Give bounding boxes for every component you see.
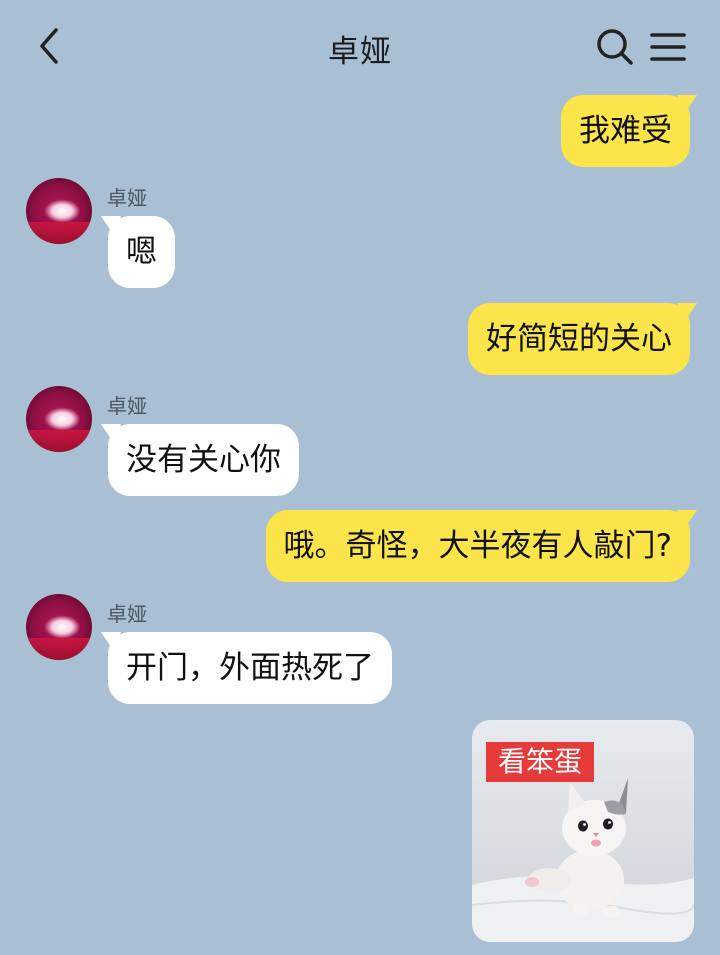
outgoing-message[interactable]: 好简短的关心 [468,303,697,375]
sticker-caption: 看笨蛋 [486,742,595,782]
chat-header: 卓娅 [0,0,720,92]
sender-name: 卓娅 [107,186,147,210]
incoming-message[interactable]: 没有关心你 [101,424,299,496]
bubble-tail [101,632,121,650]
menu-button[interactable] [648,26,688,68]
avatar[interactable] [26,386,92,452]
message-text: 嗯 [126,234,157,270]
menu-icon [650,33,686,61]
avatar[interactable] [26,594,92,660]
bubble-tail [101,424,121,442]
incoming-message[interactable]: 开门，外面热死了 [101,632,392,704]
sticker-message[interactable]: 看笨蛋 [472,720,694,942]
bubble-tail [677,303,697,321]
message-text: 好简短的关心 [486,321,672,357]
incoming-message[interactable]: 嗯 [101,216,175,288]
message-text: 我难受 [579,113,672,149]
outgoing-message[interactable]: 哦。奇怪，大半夜有人敲门? [265,510,697,582]
search-button[interactable] [594,26,636,68]
message-text: 哦。奇怪，大半夜有人敲门? [283,528,672,564]
sender-name: 卓娅 [107,602,147,626]
bubble-tail [101,216,121,234]
message-text: 开门，外面热死了 [126,650,374,686]
message-text: 没有关心你 [126,442,281,478]
search-icon [597,29,633,65]
outgoing-message[interactable]: 我难受 [561,95,697,167]
bubble-tail [677,510,697,528]
sender-name: 卓娅 [107,394,147,418]
avatar[interactable] [26,178,92,244]
bubble-tail [677,95,697,113]
